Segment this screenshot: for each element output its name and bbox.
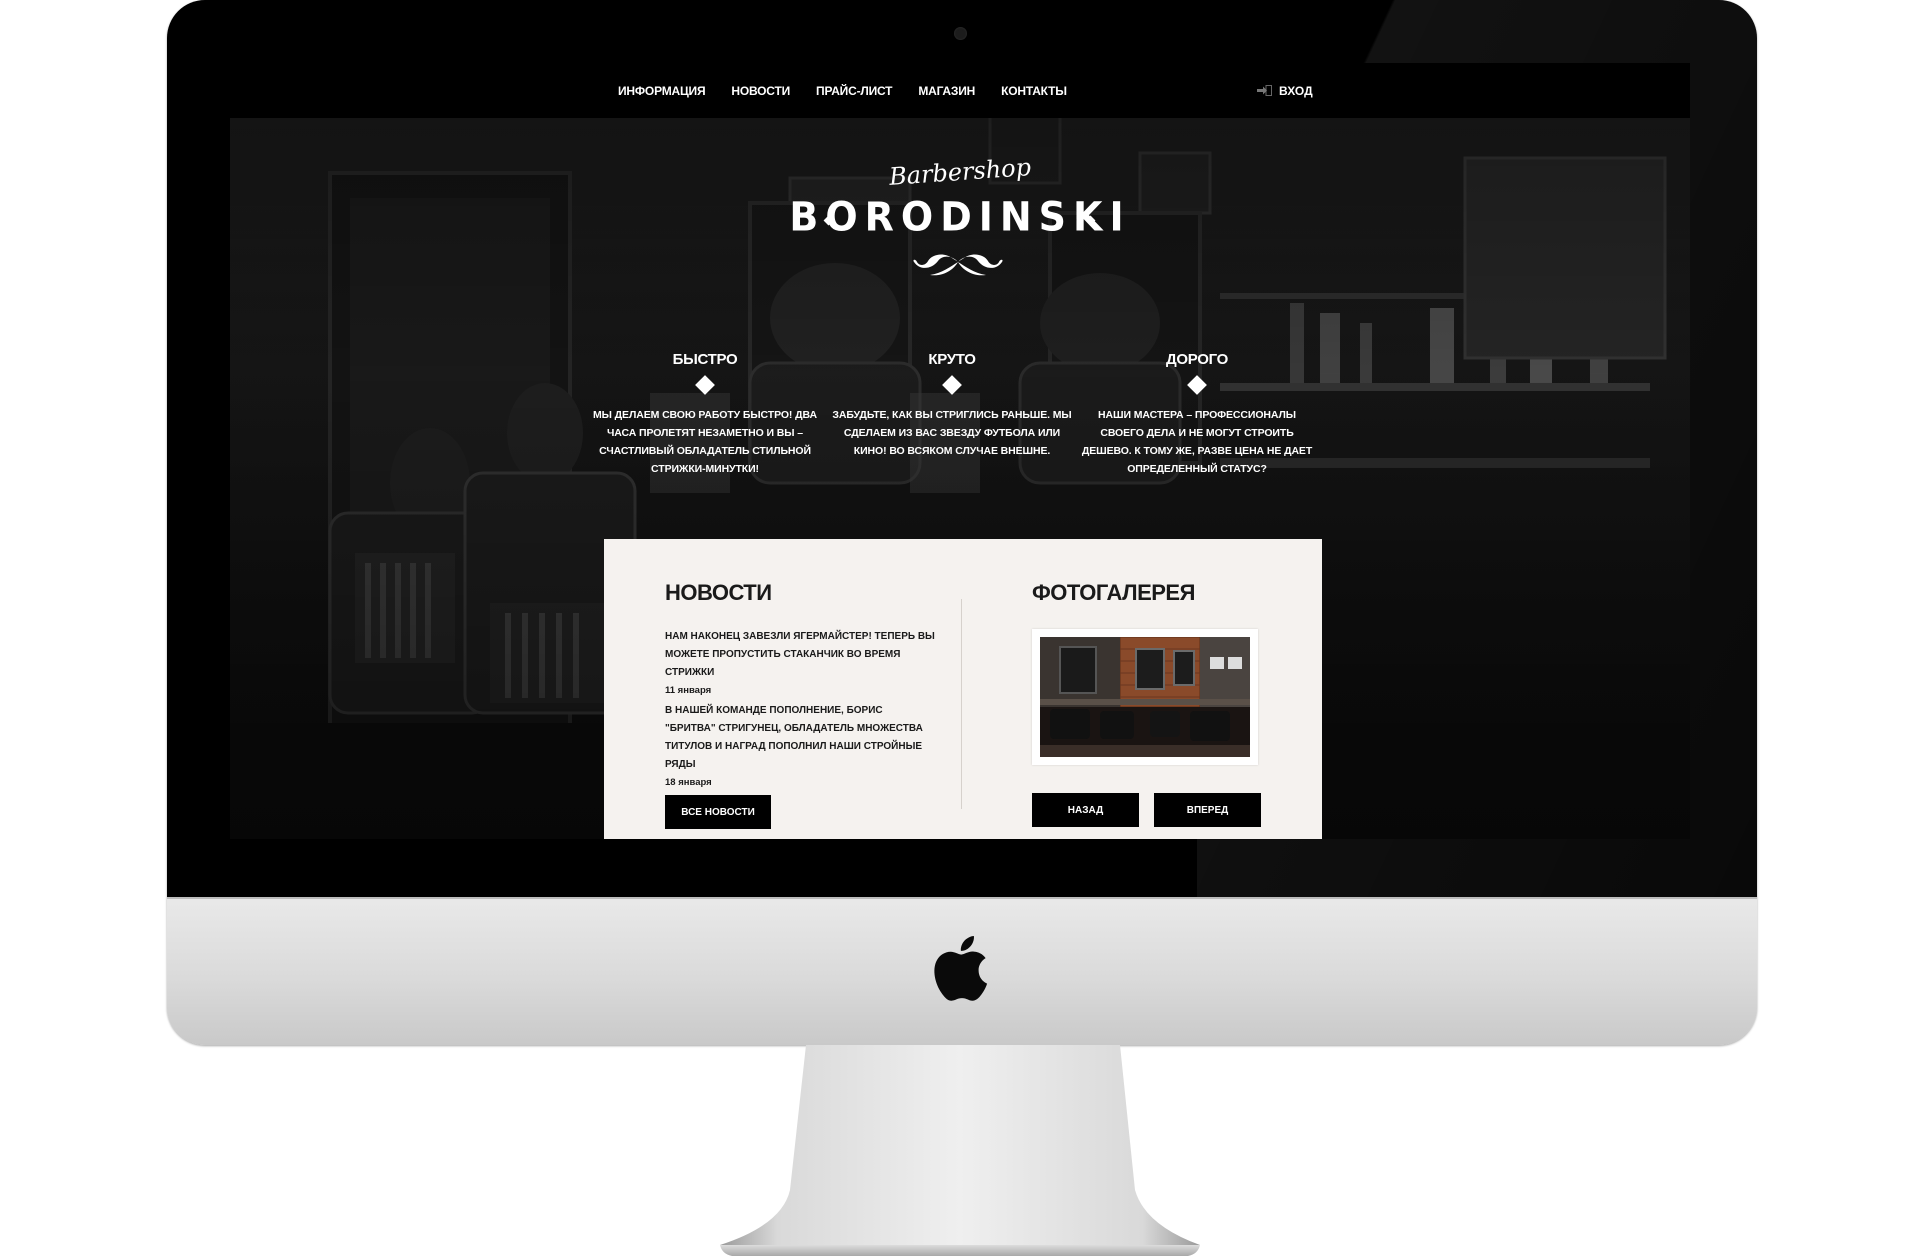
gallery-photo-frame[interactable] bbox=[1032, 629, 1258, 765]
logo-main-text: BORODINSKI bbox=[789, 193, 1131, 241]
monitor-stand bbox=[720, 1045, 1200, 1256]
mustache-icon bbox=[913, 254, 1003, 276]
login-link[interactable]: ВХОД bbox=[1257, 63, 1313, 118]
panel-divider bbox=[961, 599, 962, 809]
news-item-text[interactable]: В НАШЕЙ КОМАНДЕ ПОПОЛНЕНИЕ, БОРИС "БРИТВ… bbox=[665, 702, 935, 774]
news-item[interactable]: НАМ НАКОНЕЦ ЗАВЕЗЛИ ЯГЕРМАЙСТЕР! ТЕПЕРЬ … bbox=[665, 628, 935, 700]
feature-title: КРУТО bbox=[928, 351, 976, 368]
diamond-icon bbox=[942, 375, 962, 395]
gallery-back-button[interactable]: НАЗАД bbox=[1032, 793, 1139, 827]
news-item-text[interactable]: НАМ НАКОНЕЦ ЗАВЕЗЛИ ЯГЕРМАЙСТЕР! ТЕПЕРЬ … bbox=[665, 628, 935, 682]
feature-text: НАШИ МАСТЕРА – ПРОФЕССИОНАЛЫ СВОЕГО ДЕЛА… bbox=[1081, 409, 1313, 475]
diamond-icon bbox=[695, 375, 715, 395]
feature-title: БЫСТРО bbox=[672, 351, 738, 368]
feature-title: ДОРОГО bbox=[1165, 351, 1228, 368]
nav-item-contacts[interactable]: КОНТАКТЫ bbox=[1001, 84, 1067, 98]
feature-expensive: ДОРОГО НАШИ МАСТЕРА – ПРОФЕССИОНАЛЫ СВОЕ… bbox=[1077, 351, 1317, 478]
feature-text: ЗАБУДЬТЕ, КАК ВЫ СТРИГЛИСЬ РАНЬШЕ. МЫ СД… bbox=[832, 409, 1072, 457]
apple-logo-icon bbox=[934, 936, 988, 1001]
nav-item-news[interactable]: НОВОСТИ bbox=[731, 84, 790, 98]
sign-in-icon bbox=[1257, 85, 1272, 96]
chin-divider bbox=[167, 897, 1757, 899]
website-screen: ИНФОРМАЦИЯ НОВОСТИ ПРАЙС-ЛИСТ МАГАЗИН КО… bbox=[230, 63, 1690, 839]
feature-fast: БЫСТРО МЫ ДЕЛАЕМ СВОЮ РАБОТУ БЫСТРО! ДВА… bbox=[585, 351, 825, 478]
news-section-title: НОВОСТИ bbox=[665, 580, 772, 605]
gallery-photo[interactable] bbox=[1040, 637, 1250, 757]
news-item-date: 11 января bbox=[665, 685, 712, 696]
top-navigation-bar: ИНФОРМАЦИЯ НОВОСТИ ПРАЙС-ЛИСТ МАГАЗИН КО… bbox=[230, 63, 1690, 118]
feature-cool: КРУТО ЗАБУДЬТЕ, КАК ВЫ СТРИГЛИСЬ РАНЬШЕ.… bbox=[832, 351, 1072, 460]
feature-text: МЫ ДЕЛАЕМ СВОЮ РАБОТУ БЫСТРО! ДВА ЧАСА П… bbox=[593, 409, 817, 475]
nav-item-info[interactable]: ИНФОРМАЦИЯ bbox=[618, 84, 706, 98]
main-nav: ИНФОРМАЦИЯ НОВОСТИ ПРАЙС-ЛИСТ МАГАЗИН КО… bbox=[618, 63, 1093, 118]
nav-item-shop[interactable]: МАГАЗИН bbox=[918, 84, 975, 98]
all-news-button[interactable]: ВСЕ НОВОСТИ bbox=[665, 795, 771, 829]
news-gallery-panel: НОВОСТИ НАМ НАКОНЕЦ ЗАВЕЗЛИ ЯГЕРМАЙСТЕР!… bbox=[604, 539, 1322, 839]
camera-icon bbox=[954, 27, 967, 40]
diamond-icon bbox=[1187, 375, 1207, 395]
news-item-date: 18 января bbox=[665, 777, 712, 788]
gallery-section-title: ФОТОГАЛЕРЕЯ bbox=[1032, 580, 1195, 605]
nav-item-price-list[interactable]: ПРАЙС-ЛИСТ bbox=[816, 84, 892, 98]
login-label[interactable]: ВХОД bbox=[1279, 84, 1313, 98]
gallery-next-button[interactable]: ВПЕРЕД bbox=[1154, 793, 1261, 827]
news-item[interactable]: В НАШЕЙ КОМАНДЕ ПОПОЛНЕНИЕ, БОРИС "БРИТВ… bbox=[665, 702, 935, 792]
